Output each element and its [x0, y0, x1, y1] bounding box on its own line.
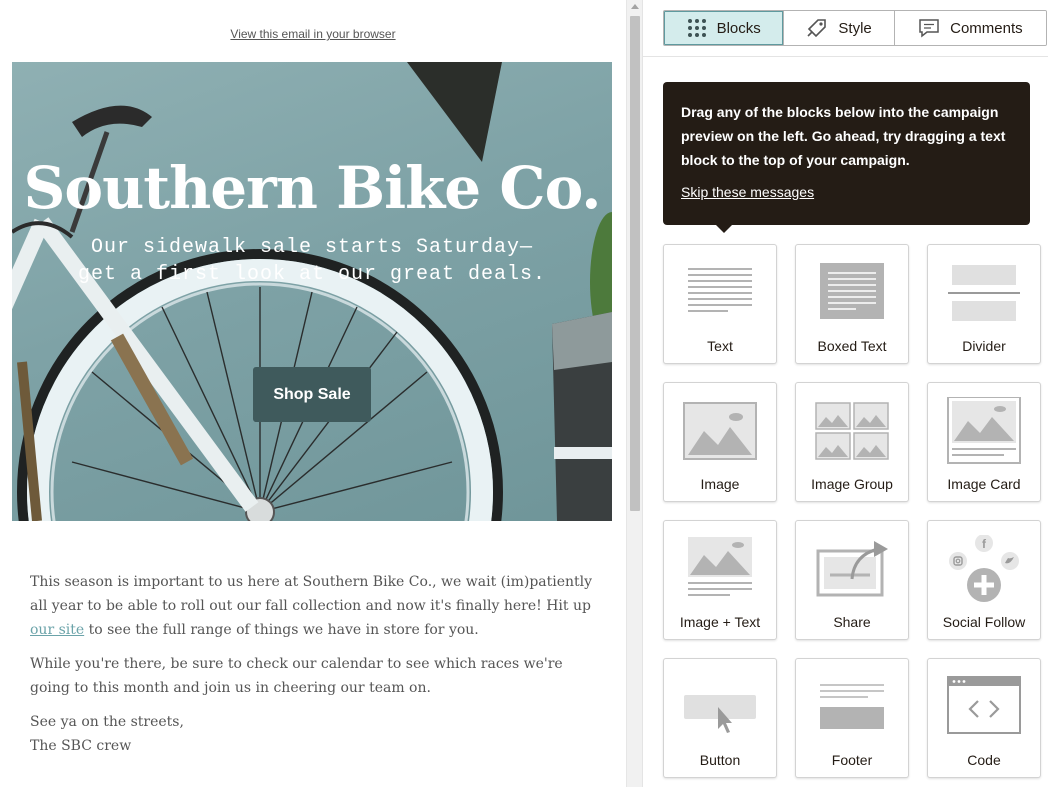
- image-icon: [683, 402, 757, 460]
- tab-blocks-label: Blocks: [716, 19, 761, 37]
- view-in-browser-link[interactable]: View this email in your browser: [0, 27, 626, 41]
- hero-subtitle-line-2: get a first look at our great deals.: [77, 263, 547, 286]
- social-follow-icon: f: [949, 535, 1019, 602]
- scroll-up-arrow-icon[interactable]: [631, 4, 639, 9]
- code-icon: [947, 676, 1021, 734]
- block-button-label: Button: [699, 752, 741, 768]
- block-social-follow-label: Social Follow: [942, 614, 1026, 630]
- signoff-line-2: The SBC crew: [30, 738, 132, 754]
- image-card-icon: [947, 397, 1021, 464]
- skip-messages-link[interactable]: Skip these messages: [681, 184, 814, 200]
- our-site-link[interactable]: our site: [30, 622, 84, 638]
- paint-tag-icon: [807, 19, 827, 38]
- email-body-text[interactable]: This season is important to us here at S…: [30, 570, 595, 758]
- block-image-card[interactable]: Image Card: [927, 382, 1041, 502]
- signoff-line-1: See ya on the streets,: [30, 714, 184, 730]
- block-footer-label: Footer: [831, 752, 873, 768]
- tooltip-text: Drag any of the blocks below into the ca…: [681, 104, 1006, 168]
- block-image-card-label: Image Card: [947, 476, 1021, 492]
- block-share-label: Share: [833, 614, 871, 630]
- paragraph-intro-text-end: to see the full range of things we have …: [84, 622, 479, 638]
- block-button[interactable]: Button: [663, 658, 777, 778]
- block-image-label: Image: [700, 476, 740, 492]
- email-preview: View this email in your browser Southern…: [0, 0, 626, 787]
- block-divider-label: Divider: [962, 338, 1006, 354]
- button-icon: [684, 695, 756, 733]
- bicycle-photo: [12, 62, 612, 521]
- block-image-text[interactable]: Image + Text: [663, 520, 777, 640]
- tab-style[interactable]: Style: [784, 11, 895, 45]
- block-image[interactable]: Image: [663, 382, 777, 502]
- block-code[interactable]: Code: [927, 658, 1041, 778]
- boxed-text-icon: [820, 263, 884, 319]
- hero-subtitle-line-1: Our sidewalk sale starts Saturday—: [90, 236, 534, 259]
- text-block-icon: [688, 268, 752, 312]
- editor-panel: Blocks Style Comments Drag any of the bl…: [642, 0, 1049, 787]
- block-boxed-text[interactable]: Boxed Text: [795, 244, 909, 364]
- grid-dots-icon: [687, 19, 706, 37]
- block-text[interactable]: Text: [663, 244, 777, 364]
- panel-tabs: Blocks Style Comments: [663, 10, 1047, 46]
- block-boxed-text-label: Boxed Text: [817, 338, 887, 354]
- tab-style-label: Style: [838, 19, 872, 37]
- block-social-follow[interactable]: f Social Follow: [927, 520, 1041, 640]
- hero-title: Southern Bike Co.: [23, 154, 602, 222]
- block-divider[interactable]: Divider: [927, 244, 1041, 364]
- signoff: See ya on the streets, The SBC crew: [30, 710, 595, 758]
- image-text-icon: [688, 537, 752, 596]
- paragraph-intro: This season is important to us here at S…: [30, 570, 595, 642]
- shop-sale-button[interactable]: Shop Sale: [253, 367, 371, 422]
- block-text-label: Text: [707, 338, 733, 354]
- tab-blocks[interactable]: Blocks: [664, 11, 785, 45]
- tab-comments-label: Comments: [950, 19, 1023, 37]
- block-image-group-label: Image Group: [811, 476, 893, 492]
- footer-icon: [820, 684, 884, 729]
- share-icon: [816, 541, 888, 597]
- block-image-group[interactable]: Image Group: [795, 382, 909, 502]
- onboarding-tooltip: Drag any of the blocks below into the ca…: [663, 82, 1030, 233]
- hero-subtitle: Our sidewalk sale starts Saturday— get a…: [12, 234, 612, 288]
- panel-divider: [643, 56, 1048, 57]
- paragraph-calendar: While you're there, be sure to check our…: [30, 656, 563, 696]
- hero-banner[interactable]: Southern Bike Co. Our sidewalk sale star…: [12, 62, 612, 521]
- scrollbar-thumb[interactable]: [630, 16, 640, 511]
- preview-scrollbar[interactable]: [626, 0, 642, 787]
- comment-icon: [919, 19, 939, 38]
- tooltip-arrow: [715, 224, 733, 233]
- block-image-text-label: Image + Text: [679, 614, 761, 630]
- block-footer[interactable]: Footer: [795, 658, 909, 778]
- block-share[interactable]: Share: [795, 520, 909, 640]
- block-code-label: Code: [967, 752, 1001, 768]
- paragraph-intro-text: This season is important to us here at S…: [30, 574, 593, 614]
- divider-icon: [948, 265, 1020, 321]
- image-group-icon: [815, 402, 889, 460]
- tab-comments[interactable]: Comments: [894, 11, 1046, 45]
